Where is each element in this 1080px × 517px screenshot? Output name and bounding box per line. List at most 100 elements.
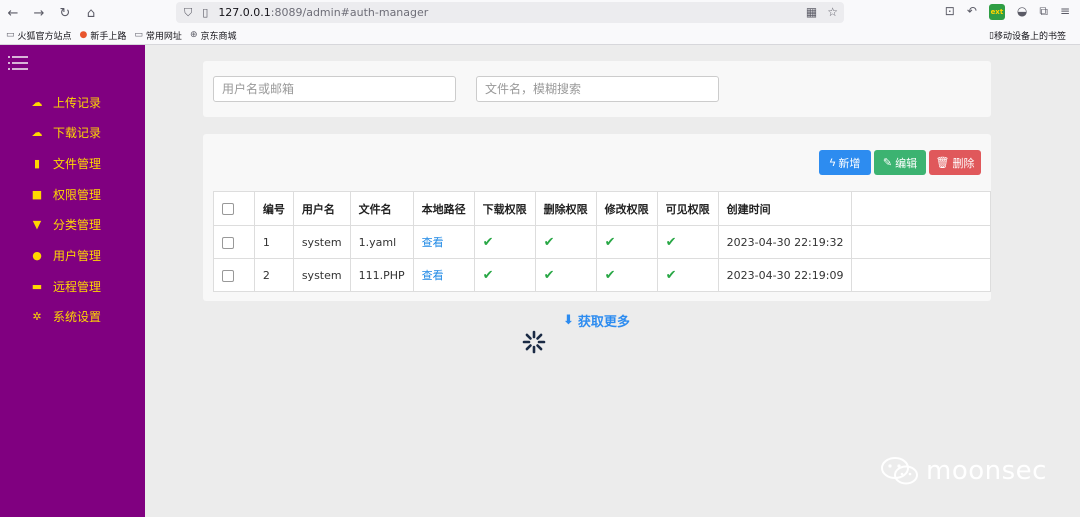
column-header: 可见权限 [656, 191, 719, 226]
cloud-upload-icon: ☁ [31, 95, 43, 109]
bookmark-item[interactable]: ⊕ 京东商城 [190, 29, 237, 42]
bookmarks-bar: ▭ 火狐官方站点 ● 新手上路 ▭ 常用网址 ⊕ 京东商城 ▯ 移动设备上的书签 [0, 26, 1080, 45]
table-header-row: 编号 用户名 文件名 本地路径 下载权限 删除权限 修改权限 可见权限 创建时间 [213, 191, 991, 226]
loading-spinner-icon [522, 330, 546, 354]
cell-visible-permission: ✔ [656, 225, 719, 259]
sidebar-item-permission-management[interactable]: ■ 权限管理 [30, 184, 101, 204]
mobile-bookmarks[interactable]: ▯ 移动设备上的书签 [989, 29, 1066, 43]
address-bar[interactable]: ⛉ ▯ 127.0.0.1:8089/admin#auth-manager ▦ … [176, 2, 844, 23]
table-filler [851, 191, 991, 226]
qr-code-icon[interactable]: ▦ [806, 5, 817, 19]
bookmark-star-icon[interactable]: ☆ [827, 5, 838, 19]
shield-icon: ⛉ [184, 5, 193, 19]
wechat-icon [881, 457, 918, 485]
filename-search-input[interactable] [476, 76, 719, 102]
url-path: :8089/admin#auth-manager [270, 6, 429, 19]
column-header: 创建时间 [717, 191, 853, 226]
cloud-download-icon: ☁ [31, 125, 43, 139]
hamburger-menu-icon[interactable] [8, 55, 28, 71]
lock-icon: ■ [31, 187, 43, 201]
cell-delete-permission: ✔ [534, 225, 597, 259]
sidebar: ☁ 上传记录 ☁ 下载记录 ▮ 文件管理 ■ 权限管理 ▼ 分类管理 ● 用户管理 ▬ 远程管… [0, 45, 145, 517]
cell-created: 2023-04-30 22:19:32 [717, 225, 853, 259]
column-header: 本地路径 [412, 191, 475, 226]
view-path-link[interactable]: 查看 [422, 269, 444, 282]
cell-file: 1.yaml [349, 225, 414, 259]
check-icon: ✔ [604, 267, 616, 283]
column-header: 修改权限 [595, 191, 658, 226]
check-icon: ✔ [665, 234, 677, 250]
edit-button[interactable]: ✎ 编辑 [874, 150, 926, 175]
file-icon: ▮ [33, 156, 41, 170]
auth-table: 编号 用户名 文件名 本地路径 下载权限 删除权限 修改权限 可见权限 创建时间… [213, 191, 991, 292]
select-all-cell [213, 191, 255, 226]
folder-icon: ▭ [134, 30, 143, 40]
crop-icon[interactable]: ⊡ [945, 4, 955, 20]
globe-icon: ⊕ [189, 30, 198, 40]
page-icon: ▯ [202, 6, 209, 19]
puzzle-icon[interactable]: ⧉ [1039, 4, 1048, 20]
url-host: 127.0.0.1 [218, 6, 271, 19]
delete-button[interactable]: 🗑 删除 [929, 150, 981, 175]
load-more-link[interactable]: ⬇ 获取更多 [563, 311, 630, 330]
check-icon: ✔ [543, 234, 555, 250]
check-icon: ✔ [482, 267, 494, 283]
column-header: 文件名 [349, 191, 414, 226]
cell-download-permission: ✔ [473, 225, 536, 259]
bolt-icon: ϟ [829, 156, 836, 169]
username-search-input[interactable] [213, 76, 456, 102]
row-checkbox-cell [213, 225, 255, 259]
row-checkbox-cell [213, 258, 255, 292]
hat-icon[interactable]: ◒ [1017, 4, 1027, 20]
select-all-checkbox[interactable] [222, 203, 234, 215]
check-icon: ✔ [604, 234, 616, 250]
check-icon: ✔ [543, 267, 555, 283]
user-icon: ● [32, 248, 42, 262]
row-checkbox[interactable] [222, 269, 234, 282]
edit-icon: ✎ [882, 157, 893, 169]
bookmark-item[interactable]: ▭ 常用网址 [134, 29, 182, 42]
table-panel: ϟ 新增 ✎ 编辑 🗑 删除 编号 用户名 文件名 本地路径 下载权限 删除权限 修改… [203, 134, 991, 301]
folder-icon: ▬ [31, 279, 43, 293]
sidebar-item-user-management[interactable]: ● 用户管理 [30, 245, 101, 265]
cell-modify-permission: ✔ [595, 258, 658, 292]
browser-toolbar: ← → ↻ ⌂ ⛉ ▯ 127.0.0.1:8089/admin#auth-ma… [0, 0, 1080, 26]
cell-modify-permission: ✔ [595, 225, 658, 259]
reload-icon[interactable]: ↻ [52, 0, 78, 26]
extension-icon[interactable]: ext [988, 4, 1005, 20]
row-checkbox[interactable] [222, 236, 234, 249]
sidebar-item-file-management[interactable]: ▮ 文件管理 [30, 153, 101, 173]
undo-icon[interactable]: ↶ [967, 4, 977, 20]
watermark: moonsec [880, 455, 1047, 487]
firefox-icon: ● [79, 30, 88, 40]
sidebar-item-download-records[interactable]: ☁ 下载记录 [30, 122, 102, 142]
cell-id: 1 [253, 225, 294, 259]
bookmark-item[interactable]: ● 新手上路 [80, 29, 127, 42]
home-icon[interactable]: ⌂ [78, 0, 104, 26]
cell-user: system [292, 225, 351, 259]
cell-id: 2 [253, 258, 294, 292]
column-header: 用户名 [292, 191, 351, 226]
menu-icon[interactable]: ≡ [1060, 4, 1070, 20]
cell-created: 2023-04-30 22:19:09 [717, 258, 853, 292]
filter-icon: ▼ [32, 217, 42, 231]
column-header: 下载权限 [473, 191, 536, 226]
cell-user: system [292, 258, 351, 292]
forward-arrow-icon[interactable]: → [26, 0, 52, 26]
sidebar-item-category-management[interactable]: ▼ 分类管理 [30, 214, 101, 234]
cell-path: 查看 [412, 258, 475, 292]
sidebar-item-system-settings[interactable]: ✲ 系统设置 [30, 306, 101, 326]
view-path-link[interactable]: 查看 [422, 236, 444, 249]
add-button[interactable]: ϟ 新增 [819, 150, 871, 175]
bookmark-item[interactable]: ▭ 火狐官方站点 [6, 29, 72, 42]
sidebar-item-remote-management[interactable]: ▬ 远程管理 [30, 276, 101, 296]
search-panel [203, 61, 991, 117]
table-filler [851, 258, 991, 292]
back-arrow-icon[interactable]: ← [0, 0, 26, 26]
folder-icon: ▭ [6, 30, 15, 40]
table-filler [851, 225, 991, 259]
sidebar-item-upload-records[interactable]: ☁ 上传记录 [30, 92, 102, 112]
trash-icon: 🗑 [935, 157, 950, 169]
table-row: 1 system 1.yaml 查看 ✔ ✔ ✔ ✔ 2023-04-30 22… [213, 225, 991, 259]
table-row: 2 system 111.PHP 查看 ✔ ✔ ✔ ✔ 2023-04-30 2… [213, 258, 991, 292]
